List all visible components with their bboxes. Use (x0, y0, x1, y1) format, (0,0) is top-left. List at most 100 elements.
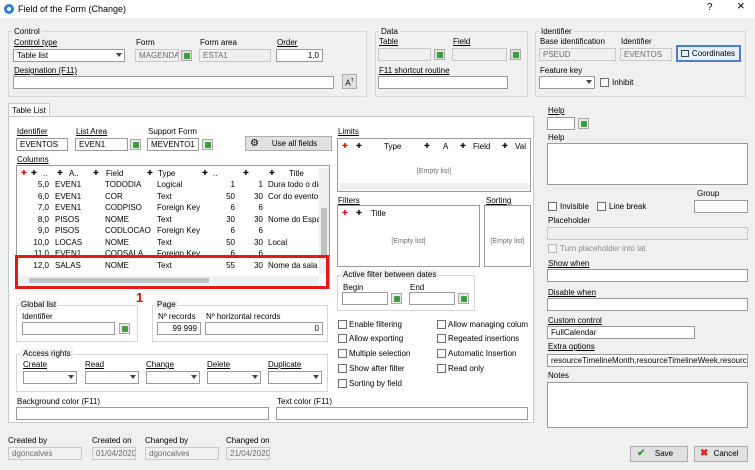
automatic-insertion-checkbox[interactable] (437, 349, 446, 358)
invisible-checkbox[interactable] (548, 202, 557, 211)
enable-filtering-checkbox[interactable] (338, 320, 347, 329)
sorting-by-field-checkbox[interactable] (338, 379, 347, 388)
use-all-fields-button[interactable]: ⚙ Use all fields (245, 136, 332, 151)
cell-size: 30 (226, 214, 235, 224)
table-field[interactable] (378, 48, 431, 61)
order-field[interactable]: 1,0 (276, 49, 323, 62)
support-form-field[interactable]: MEVENTO1 (147, 138, 199, 151)
read-only-checkbox[interactable] (437, 364, 446, 373)
multiple-selection-checkbox[interactable] (338, 349, 347, 358)
font-style-button[interactable]: AT (342, 74, 357, 89)
insert-icon[interactable]: ✚ (93, 168, 99, 179)
line-break-checkbox[interactable] (597, 202, 606, 211)
limits-list[interactable]: ✚ ✚ Type ✚ A ✚ Field ✚ Val [Empty list] (337, 138, 531, 192)
end-lookup-icon[interactable] (458, 293, 469, 304)
help-lookup-icon[interactable] (578, 118, 589, 129)
form-area-field[interactable]: ESTA1 (199, 49, 271, 62)
created-by-field: dgoncalves (8, 447, 82, 460)
regeated-insertions-checkbox[interactable] (437, 334, 446, 343)
end-field[interactable] (409, 292, 455, 305)
records-field[interactable]: 99 999 (157, 322, 201, 335)
allow-managing-columns-checkbox[interactable] (437, 320, 446, 329)
access-read-select[interactable] (85, 371, 139, 384)
show-after-filter-checkbox[interactable] (338, 364, 347, 373)
add-icon[interactable]: ✚ (342, 142, 348, 152)
begin-field[interactable] (342, 292, 388, 305)
base-identification-field[interactable]: PSEUD (539, 48, 616, 61)
coordinates-button[interactable]: Coordinates (676, 45, 741, 62)
table-row[interactable]: 8,0 PISOS NOME Text 30 30 Nome do Espaço (17, 214, 329, 225)
insert-icon[interactable]: ✚ (202, 168, 208, 179)
table-row[interactable]: 9,0 PISOS CODLOCAO Foreign Key 6 6 (17, 225, 317, 236)
support-form-lookup-icon[interactable] (202, 139, 213, 150)
access-change-select[interactable] (146, 371, 200, 384)
placeholder-field[interactable] (547, 227, 748, 240)
shortcut-routine-label: F11 shortcut routine (379, 66, 450, 75)
cancel-button[interactable]: ✖ Cancel (694, 446, 748, 462)
list-area-lookup-icon[interactable] (130, 139, 141, 150)
insert-icon[interactable]: ✚ (502, 142, 508, 152)
changed-by-label: Changed by (145, 436, 189, 445)
control-type-select[interactable]: Table list (13, 49, 125, 62)
gear-icon: ⚙ (250, 138, 259, 149)
insert-icon[interactable]: ✚ (31, 168, 37, 179)
extra-options-field[interactable]: resourceTimelineMonth,resourceTimelineWe… (547, 354, 748, 367)
background-color-label: Background color (F11) (17, 397, 100, 406)
access-delete-select[interactable] (207, 371, 261, 384)
custom-control-field[interactable]: FullCalendar (547, 326, 695, 339)
close-window-button[interactable]: × (737, 0, 745, 12)
vscroll-thumb[interactable] (321, 208, 327, 258)
allow-exporting-checkbox[interactable] (338, 334, 347, 343)
multiple-selection-label: Multiple selection (349, 349, 411, 358)
access-duplicate-select[interactable] (268, 371, 322, 384)
sorting-list[interactable]: [Empty list] (484, 205, 531, 267)
help-title-button[interactable]: ? (707, 3, 713, 13)
table-label: Table (379, 37, 399, 46)
tl-identifier-field[interactable]: EVENTOS (16, 138, 68, 151)
insert-icon[interactable]: ✚ (356, 209, 362, 219)
background-color-field[interactable] (16, 407, 269, 420)
text-color-field[interactable] (276, 407, 528, 420)
form-field[interactable]: MAGENDA (135, 49, 179, 62)
disable-when-field[interactable] (547, 298, 748, 311)
shortcut-routine-field[interactable] (378, 76, 508, 89)
help-field[interactable] (547, 117, 575, 130)
inhibit-checkbox[interactable] (600, 78, 609, 87)
field-lookup-icon[interactable] (510, 49, 521, 60)
tab-table-list[interactable]: Table List (8, 103, 50, 117)
form-lookup-icon[interactable] (181, 50, 192, 61)
identifier-field[interactable]: EVENTOS (620, 48, 672, 61)
table-row[interactable]: 6,0 EVEN1 COR Text 50 30 Cor do evento (17, 191, 318, 202)
feature-key-select[interactable] (539, 76, 595, 89)
add-icon[interactable]: ✚ (21, 168, 27, 179)
insert-icon[interactable]: ✚ (460, 142, 466, 152)
turn-placeholder-checkbox[interactable] (548, 244, 557, 253)
designation-field[interactable] (13, 76, 334, 89)
insert-icon[interactable]: ✚ (356, 142, 362, 152)
field-field[interactable] (452, 48, 507, 61)
gl-identifier-field[interactable] (22, 322, 115, 335)
table-row[interactable]: 7,0 EVEN1 CODPISO Foreign Key 6 6 (17, 202, 317, 213)
insert-icon[interactable]: ✚ (269, 168, 275, 179)
notes-area[interactable] (547, 382, 748, 428)
access-create-select[interactable] (23, 371, 77, 384)
gl-identifier-lookup-icon[interactable] (119, 323, 130, 334)
insert-icon[interactable]: ✚ (424, 142, 430, 152)
show-when-field[interactable] (547, 269, 748, 282)
limits-hscrollbar[interactable] (339, 183, 529, 190)
horizontal-records-field[interactable]: 0 (205, 322, 323, 335)
list-area-field[interactable]: EVEN1 (75, 138, 128, 151)
table-row[interactable]: 10,0 LOCAS NOME Text 50 30 Local (17, 237, 317, 248)
group-field[interactable] (694, 200, 748, 213)
table-lookup-icon[interactable] (434, 49, 445, 60)
add-icon[interactable]: ✚ (342, 209, 348, 219)
automatic-insertion-label: Automatic Insertion (448, 349, 517, 358)
insert-icon[interactable]: ✚ (57, 168, 63, 179)
help-text-area[interactable] (547, 143, 748, 185)
filters-list[interactable]: ✚ ✚ Title [Empty list] (337, 205, 480, 267)
begin-lookup-icon[interactable] (391, 293, 402, 304)
table-row[interactable]: 5,0 EVEN1 TODODIA Logical 1 1 Dura todo o dia? (17, 179, 327, 190)
save-button[interactable]: ✔ Save (630, 446, 688, 462)
insert-icon[interactable]: ✚ (243, 168, 249, 179)
insert-icon[interactable]: ✚ (147, 168, 153, 179)
